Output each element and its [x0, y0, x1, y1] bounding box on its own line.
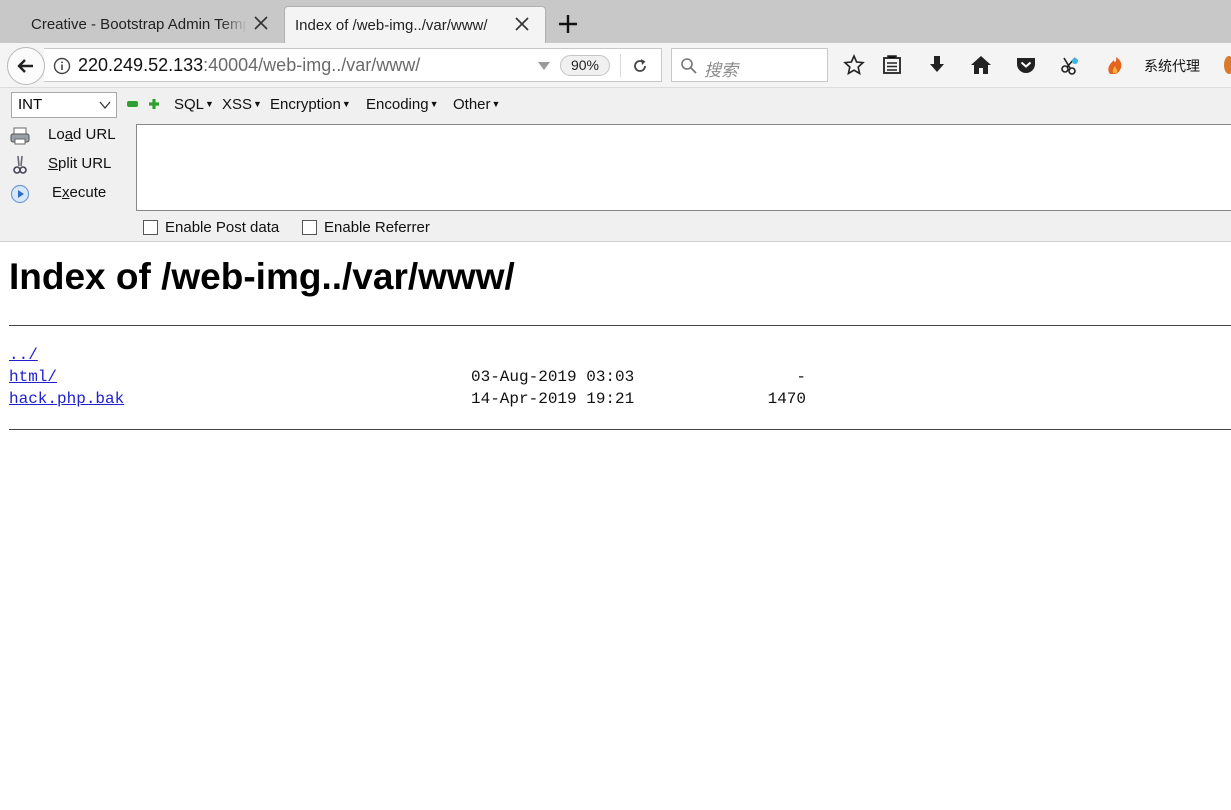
select-value: INT	[18, 96, 43, 113]
caret-icon: ▼	[253, 99, 262, 109]
hackbar-url-textarea[interactable]	[136, 124, 1231, 211]
download-icon[interactable]	[926, 54, 948, 76]
execute-label: Execute	[52, 184, 107, 201]
checkbox-box[interactable]	[302, 220, 317, 235]
entry-size: -	[796, 368, 806, 386]
entry-link-hack-php-bak[interactable]: hack.php.bak	[9, 390, 124, 408]
url-dropdown-icon[interactable]	[537, 61, 551, 71]
entry-date: 14-Apr-2019 19:21	[471, 390, 635, 408]
url-text[interactable]: 220.249.52.133:40004/web-img../var/www/	[78, 55, 420, 76]
play-icon	[10, 184, 30, 204]
tab-index[interactable]: Index of /web-img../var/www/	[284, 6, 546, 43]
chevron-down-icon	[99, 101, 111, 110]
page-title: Index of /web-img../var/www/	[9, 256, 515, 297]
tab-title: Index of /web-img../var/www/	[295, 16, 488, 34]
entry-link-html[interactable]: html/	[9, 368, 57, 386]
menu-label: SQL	[174, 96, 205, 113]
menu-encryption[interactable]: Encryption▼	[270, 96, 351, 113]
increase-icon[interactable]	[148, 98, 160, 110]
home-icon[interactable]	[970, 54, 992, 76]
close-icon[interactable]	[513, 15, 531, 33]
caret-icon: ▼	[491, 99, 501, 109]
enable-referrer-checkbox[interactable]: Enable Referrer	[302, 219, 430, 236]
entry-size: 1470	[767, 390, 806, 408]
menu-label: Encryption	[270, 96, 341, 113]
info-icon[interactable]	[53, 57, 71, 75]
load-url-button[interactable]: Load URL	[9, 124, 129, 148]
tab-title: Creative - Bootstrap Admin Template	[31, 16, 247, 33]
url-bar[interactable]: 220.249.52.133:40004/web-img../var/www/ …	[44, 48, 662, 82]
printer-icon	[10, 127, 30, 145]
overflow-icon[interactable]	[1224, 56, 1231, 74]
tab-creative[interactable]: Creative - Bootstrap Admin Template	[0, 6, 284, 43]
navigation-toolbar: 220.249.52.133:40004/web-img../var/www/ …	[0, 43, 1231, 88]
hackbar-extension-icon[interactable]	[1104, 54, 1126, 76]
caret-icon: ▼	[429, 99, 439, 109]
checkbox-box[interactable]	[143, 220, 158, 235]
search-bar[interactable]: 搜索	[671, 48, 828, 82]
scissors-icon	[13, 155, 27, 174]
back-arrow-icon	[17, 59, 33, 73]
back-button[interactable]	[7, 47, 45, 85]
screenshot-scissors-icon[interactable]	[1059, 54, 1081, 76]
entry-date: 03-Aug-2019 03:03	[471, 368, 635, 386]
menu-encoding[interactable]: Encoding▼	[366, 96, 438, 113]
reload-icon[interactable]	[631, 57, 649, 75]
proxy-label[interactable]: 系统代理	[1144, 56, 1200, 76]
menu-label: Other	[453, 96, 491, 113]
search-icon	[681, 58, 697, 74]
enable-post-data-checkbox[interactable]: Enable Post data	[143, 219, 279, 236]
zoom-badge[interactable]: 90%	[560, 55, 610, 76]
menu-other[interactable]: Other▼	[453, 96, 500, 113]
menu-xss[interactable]: XSS▼	[222, 96, 262, 113]
bookmark-star-icon[interactable]	[843, 54, 865, 76]
url-separator	[620, 54, 621, 77]
divider	[9, 429, 1231, 430]
decrease-icon[interactable]	[127, 101, 138, 107]
execute-button[interactable]: Execute	[9, 182, 129, 206]
split-url-label: Split URL	[48, 155, 112, 172]
divider	[9, 325, 1231, 326]
caret-icon: ▼	[205, 99, 214, 109]
menu-sql[interactable]: SQL▼	[174, 96, 214, 113]
caret-icon: ▼	[341, 99, 351, 109]
checkbox-label: Enable Post data	[165, 219, 280, 236]
close-icon[interactable]	[252, 14, 270, 32]
pocket-icon[interactable]	[1015, 54, 1037, 76]
entry-link-parent[interactable]: ../	[9, 346, 38, 364]
tab-strip: Creative - Bootstrap Admin Template Inde…	[0, 0, 1231, 43]
load-url-label: Load URL	[48, 126, 116, 143]
checkbox-label: Enable Referrer	[324, 219, 430, 236]
search-placeholder: 搜索	[704, 61, 738, 80]
url-host: 220.249.52.133	[78, 55, 204, 75]
reading-list-icon[interactable]	[881, 54, 903, 76]
new-tab-icon[interactable]	[555, 11, 581, 37]
hackbar-panel: INT SQL▼ XSS▼ Encryption▼ Encoding▼ Othe…	[0, 88, 1231, 242]
url-path: :40004/web-img../var/www/	[203, 55, 421, 75]
hackbar-type-select[interactable]: INT	[11, 92, 117, 118]
menu-label: XSS	[222, 96, 253, 113]
split-url-button[interactable]: Split URL	[9, 153, 129, 177]
menu-label: Encoding	[366, 96, 429, 113]
